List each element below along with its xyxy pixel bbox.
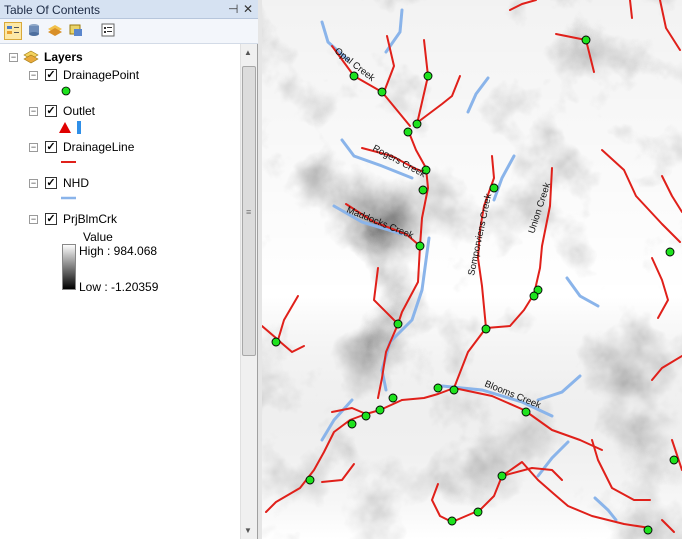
drainage-point — [665, 247, 675, 257]
drainage-point — [305, 475, 315, 485]
toc-vertical-scrollbar[interactable]: ▲ ≡ ▼ — [240, 44, 257, 539]
checkbox-outlet[interactable]: ✓ — [45, 105, 57, 117]
collapse-drainagepoint-icon[interactable]: − — [29, 71, 38, 80]
drainage-point — [377, 87, 387, 97]
drainage-point — [489, 183, 499, 193]
collapse-outlet-icon[interactable]: − — [29, 107, 38, 116]
scroll-up-icon[interactable]: ▲ — [244, 48, 252, 57]
elevation-color-ramp — [62, 244, 76, 290]
map-canvas[interactable]: Opal Creek Rogers Creek Maddocks Creek S… — [262, 0, 682, 539]
options-icon[interactable] — [100, 22, 118, 40]
scroll-grip-icon: ≡ — [246, 207, 252, 217]
drainage-point — [449, 385, 459, 395]
outlet-symbol-icon — [59, 121, 81, 134]
drainage-point — [669, 455, 679, 465]
drainage-point — [271, 337, 281, 347]
nhd-symbol-icon — [61, 196, 76, 200]
list-by-visibility-icon[interactable] — [47, 22, 65, 40]
collapse-drainageline-icon[interactable]: − — [29, 143, 38, 152]
checkbox-prjblmcrk[interactable]: ✓ — [45, 213, 57, 225]
layer-outlet-label[interactable]: Outlet — [63, 102, 95, 120]
drainage-point — [497, 471, 507, 481]
drainage-point — [393, 319, 403, 329]
table-of-contents-panel: Table Of Contents ⊣ ✕ − Layers − ✓ Drain… — [0, 0, 258, 539]
checkbox-drainageline[interactable]: ✓ — [45, 141, 57, 153]
drainageline-symbol-icon — [61, 161, 76, 163]
drainage-point — [581, 35, 591, 45]
drainage-point — [415, 241, 425, 251]
layer-nhd-label[interactable]: NHD — [63, 174, 89, 192]
drainage-point — [433, 383, 443, 393]
collapse-prjblmcrk-icon[interactable]: − — [29, 215, 38, 224]
drainage-point — [418, 185, 428, 195]
drainage-point — [447, 516, 457, 526]
layers-icon — [23, 50, 39, 64]
drainage-point — [388, 393, 398, 403]
list-by-drawing-order-icon[interactable] — [4, 22, 22, 40]
toc-title: Table Of Contents — [4, 3, 101, 17]
layer-drainagepoint-label[interactable]: DrainagePoint — [63, 66, 139, 84]
toc-title-bar: Table Of Contents ⊣ ✕ — [0, 0, 258, 19]
drainage-point — [643, 525, 653, 535]
map-view[interactable]: Opal Creek Rogers Creek Maddocks Creek S… — [262, 0, 682, 539]
drainage-point — [403, 127, 413, 137]
drainage-point — [375, 405, 385, 415]
drainage-point — [481, 324, 491, 334]
toc-toolbar — [0, 19, 258, 44]
drainage-point — [347, 419, 357, 429]
raster-high-label: High : 984.068 — [79, 244, 158, 258]
root-layers-label[interactable]: Layers — [44, 48, 83, 66]
pin-icon[interactable]: ⊣ — [228, 2, 238, 16]
drainage-point — [361, 411, 371, 421]
list-by-selection-icon[interactable] — [68, 22, 86, 40]
checkbox-nhd[interactable]: ✓ — [45, 177, 57, 189]
drainage-point — [529, 291, 539, 301]
checkbox-drainagepoint[interactable]: ✓ — [45, 69, 57, 81]
drainage-point — [412, 119, 422, 129]
drainage-point — [423, 71, 433, 81]
drainage-point — [473, 507, 483, 517]
drainagepoint-symbol-icon — [61, 86, 71, 96]
raster-low-label: Low : -1.20359 — [79, 280, 159, 294]
layer-drainageline-label[interactable]: DrainageLine — [63, 138, 134, 156]
layer-tree: − Layers − ✓ DrainagePoint − ✓ Outlet − … — [0, 44, 240, 539]
scroll-thumb[interactable]: ≡ — [242, 66, 256, 356]
layer-prjblmcrk-label[interactable]: PrjBlmCrk — [63, 210, 117, 228]
list-by-source-icon[interactable] — [26, 22, 44, 40]
collapse-nhd-icon[interactable]: − — [29, 179, 38, 188]
drainage-point — [521, 407, 531, 417]
scroll-down-icon[interactable]: ▼ — [244, 526, 252, 535]
close-icon[interactable]: ✕ — [243, 2, 253, 16]
collapse-layers-icon[interactable]: − — [9, 53, 18, 62]
